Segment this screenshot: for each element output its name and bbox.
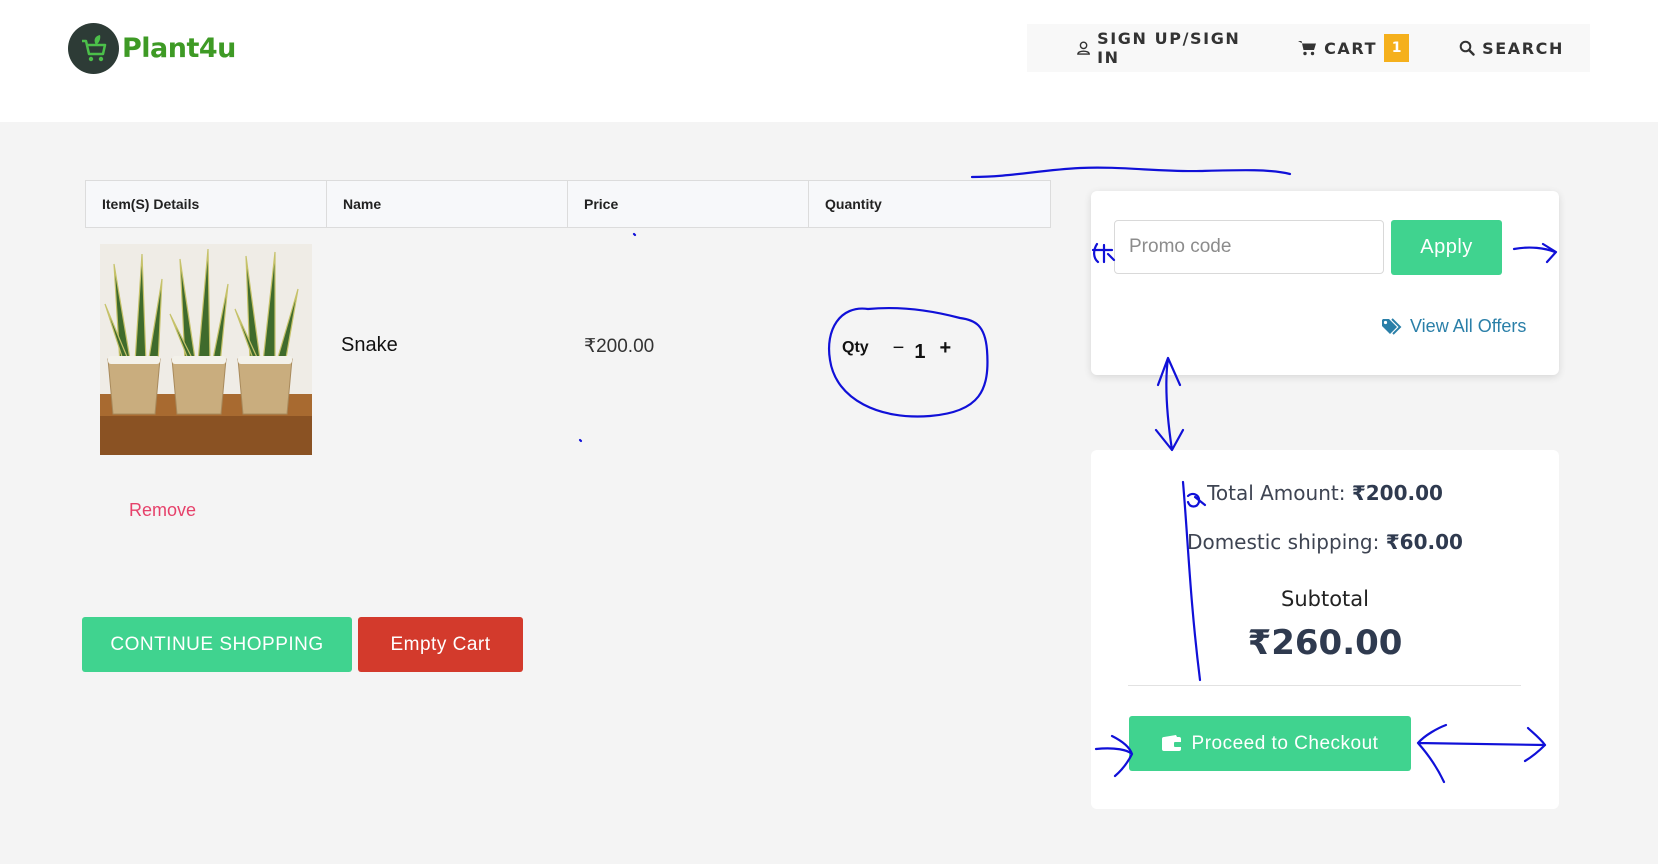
nav-signin[interactable]: SIGN UP/SIGN IN <box>1077 29 1248 67</box>
subtotal-label: Subtotal <box>1281 587 1369 611</box>
nav-cart-label: CART <box>1324 38 1378 58</box>
brand-name: Plant4u <box>122 33 236 64</box>
summary-divider <box>1128 685 1521 686</box>
proceed-to-checkout-label: Proceed to Checkout <box>1191 732 1379 754</box>
column-header-quantity: Quantity <box>825 196 882 212</box>
annotation-top-line <box>970 166 1292 179</box>
shipping-value: ₹60.00 <box>1385 530 1463 554</box>
user-icon <box>1077 41 1090 55</box>
shipping-label: Domestic shipping: <box>1187 530 1380 554</box>
subtotal-value: ₹260.00 <box>1247 623 1403 663</box>
annotation-dot-1 <box>632 232 637 237</box>
nav-cart[interactable]: CART 1 <box>1298 34 1410 62</box>
tags-icon <box>1382 317 1402 335</box>
continue-shopping-button[interactable]: CONTINUE SHOPPING <box>82 617 352 672</box>
cart-table-header: Item(S) Details Name Price Quantity <box>85 180 1051 228</box>
nav-search[interactable]: SEARCH <box>1459 39 1564 58</box>
product-price: ₹200.00 <box>584 336 655 357</box>
qty-decrement-button[interactable]: − <box>893 337 905 360</box>
wallet-icon <box>1161 735 1182 751</box>
brand-logo[interactable]: Plant4u <box>68 23 236 74</box>
cart-table: Item(S) Details Name Price Quantity <box>85 180 1051 228</box>
product-name: Snake <box>341 334 398 356</box>
promo-card: Apply View All Offers <box>1091 191 1559 375</box>
top-nav: SIGN UP/SIGN IN CART 1 SEARCH <box>1027 24 1590 72</box>
qty-value: 1 <box>914 340 926 363</box>
product-image <box>100 244 312 455</box>
quantity-stepper: Qty − 1 + <box>825 324 965 372</box>
search-icon <box>1459 40 1475 56</box>
view-all-offers-link[interactable]: View All Offers <box>1381 316 1526 337</box>
total-amount-label: Total Amount: <box>1207 481 1346 505</box>
shipping-row: Domestic shipping: ₹60.00 <box>1091 530 1559 554</box>
empty-cart-button[interactable]: Empty Cart <box>358 617 523 672</box>
total-amount-value: ₹200.00 <box>1351 481 1443 505</box>
nav-signin-label: SIGN UP/SIGN IN <box>1097 29 1241 67</box>
annotation-dot-2 <box>578 438 583 443</box>
column-header-price: Price <box>568 181 809 227</box>
proceed-to-checkout-button[interactable]: Proceed to Checkout <box>1129 716 1411 771</box>
nav-search-label: SEARCH <box>1482 38 1564 58</box>
promo-code-input[interactable] <box>1114 220 1384 274</box>
view-all-offers-label: View All Offers <box>1410 316 1527 336</box>
cart-icon <box>1298 41 1317 56</box>
qty-label: Qty <box>842 339 869 356</box>
total-amount-row: Total Amount: ₹200.00 <box>1091 481 1559 505</box>
qty-increment-button[interactable]: + <box>939 337 951 360</box>
column-header-details: Item(S) Details <box>86 181 327 227</box>
apply-promo-button[interactable]: Apply <box>1391 220 1502 275</box>
cart-leaf-logo-icon <box>68 23 119 74</box>
remove-item-link[interactable]: Remove <box>129 500 196 521</box>
cart-count-badge: 1 <box>1384 34 1410 62</box>
order-summary-card: Total Amount: ₹200.00 Domestic shipping:… <box>1091 450 1559 809</box>
site-header: Plant4u SIGN UP/SIGN IN CART 1 SEARCH <box>0 0 1658 122</box>
column-header-name: Name <box>327 181 568 227</box>
